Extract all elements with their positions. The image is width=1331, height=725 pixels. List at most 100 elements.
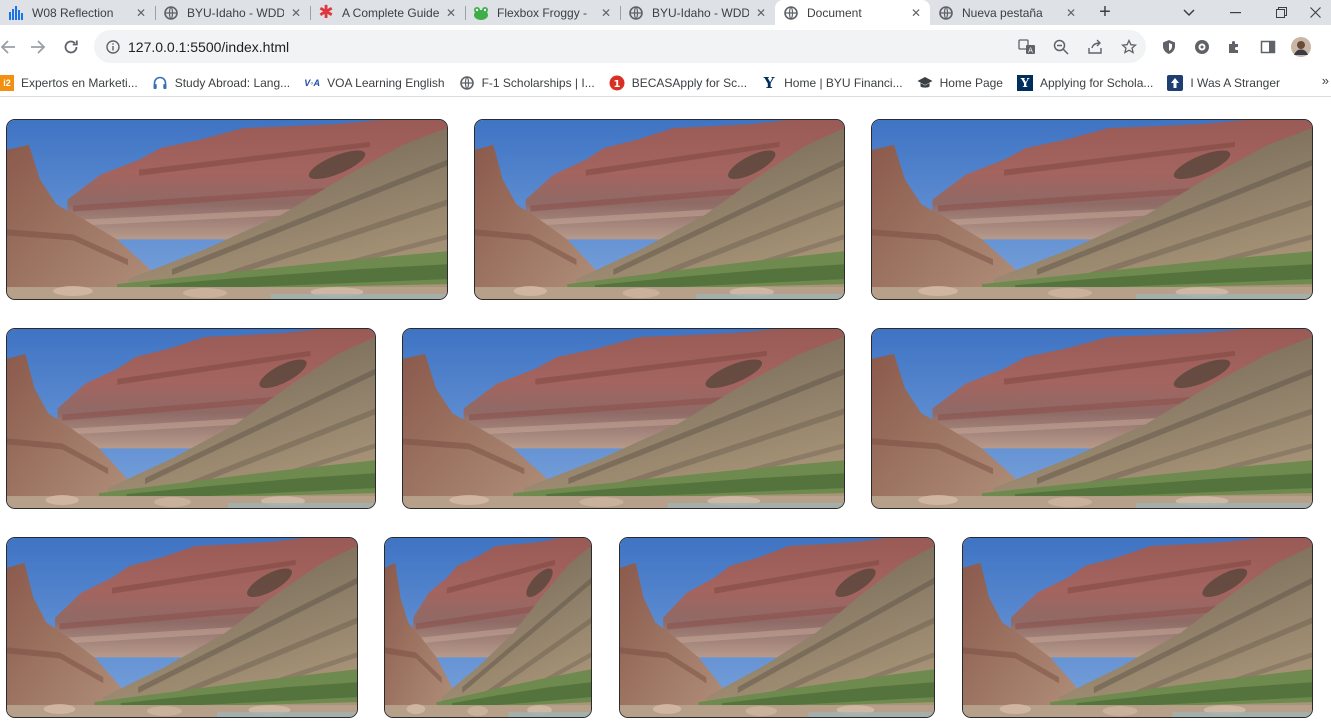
bookmark-label: BECASApply for Sc... <box>631 75 748 90</box>
bookmark-item[interactable]: i2 Expertos en Marketi... <box>0 71 146 95</box>
canyon-image <box>475 120 844 299</box>
bookmark-label: Applying for Schola... <box>1039 75 1154 90</box>
more-menu-icon[interactable] <box>1323 36 1331 58</box>
address-bar[interactable]: 127.0.0.1:5500/index.html A <box>94 30 1146 63</box>
gallery-image <box>6 537 358 718</box>
headset-icon <box>152 75 168 91</box>
y-logo-icon: Y <box>1016 74 1033 91</box>
extension-badge-icon[interactable] <box>1191 36 1213 58</box>
tab-flexbox-froggy[interactable]: Flexbox Froggy - ✕ <box>465 0 620 25</box>
zoom-icon[interactable] <box>1050 36 1072 58</box>
chevron-down-icon[interactable] <box>1166 0 1212 25</box>
forward-icon[interactable] <box>22 31 54 63</box>
globe-icon <box>628 5 644 21</box>
minimize-icon[interactable] <box>1212 0 1258 25</box>
tab-title: BYU-Idaho - WDD <box>187 5 284 20</box>
tab-title: BYU-Idaho - WDD <box>652 5 749 20</box>
canyon-image <box>7 120 447 299</box>
gallery-image <box>6 119 448 300</box>
gallery-image <box>619 537 935 718</box>
gallery-image <box>474 119 845 300</box>
close-icon[interactable]: ✕ <box>288 5 304 21</box>
gallery-image <box>871 328 1313 509</box>
side-panel-icon[interactable] <box>1257 36 1279 58</box>
url-text[interactable]: 127.0.0.1:5500/index.html <box>128 39 289 55</box>
gallery-image <box>962 537 1313 718</box>
svg-text:A: A <box>1028 46 1033 54</box>
tab-byu-idaho-1[interactable]: BYU-Idaho - WDD ✕ <box>155 0 310 25</box>
canyon-image <box>620 538 934 717</box>
tab-title: Flexbox Froggy - <box>497 5 588 20</box>
bookmark-label: Home | BYU Financi... <box>784 75 903 90</box>
bookmark-item[interactable]: F-1 Scholarships | I... <box>453 71 603 95</box>
voa-icon: V◦A <box>304 77 320 88</box>
bookmarks-overflow-button[interactable]: » <box>1322 73 1329 88</box>
close-icon[interactable]: ✕ <box>753 5 769 21</box>
gallery-image <box>384 537 592 718</box>
avatar[interactable] <box>1290 36 1312 58</box>
tab-complete-guide[interactable]: ✱ A Complete Guide ✕ <box>310 0 465 25</box>
globe-icon <box>459 75 475 91</box>
back-icon[interactable] <box>0 31 24 63</box>
globe-icon <box>163 5 179 21</box>
bookmark-label: Study Abroad: Lang... <box>174 75 291 90</box>
close-icon[interactable]: ✕ <box>133 5 149 21</box>
close-icon[interactable]: ✕ <box>443 5 459 21</box>
reload-icon[interactable] <box>55 31 87 63</box>
browser-toolbar: 127.0.0.1:5500/index.html A <box>0 25 1331 69</box>
bookmark-star-icon[interactable] <box>1118 36 1140 58</box>
bookmark-item[interactable]: Y Home | BYU Financi... <box>755 71 911 95</box>
bookmark-label: Expertos en Marketi... <box>21 75 138 90</box>
canyon-image <box>7 538 357 717</box>
bookmark-item[interactable]: Study Abroad: Lang... <box>146 71 298 95</box>
becas-icon: 1 <box>609 75 625 91</box>
bookmark-label: Home Page <box>939 75 1003 90</box>
site-info-icon[interactable] <box>98 39 128 54</box>
extensions-area <box>1158 36 1331 58</box>
puzzle-icon[interactable] <box>1224 36 1246 58</box>
close-icon[interactable]: ✕ <box>908 5 924 21</box>
bookmark-label: VOA Learning English <box>327 75 445 90</box>
canyon-image <box>403 329 844 508</box>
gallery-image <box>871 119 1313 300</box>
marketing-icon: i2 <box>0 74 14 91</box>
arrow-up-icon <box>1167 74 1184 91</box>
globe-icon <box>783 5 799 21</box>
bookmark-item[interactable]: I Was A Stranger <box>1161 71 1288 95</box>
restore-icon[interactable] <box>1258 0 1304 25</box>
graduation-cap-icon <box>917 75 933 91</box>
canyon-image <box>963 538 1312 717</box>
bookmark-label: F-1 Scholarships | I... <box>481 75 595 90</box>
bookmark-label: I Was A Stranger <box>1190 75 1280 90</box>
canyon-image <box>872 120 1312 299</box>
bookmark-item[interactable]: Y Applying for Schola... <box>1011 71 1161 95</box>
svg-text:1: 1 <box>613 79 620 90</box>
bookmark-item[interactable]: Home Page <box>911 71 1011 95</box>
tab-strip: W08 Reflection ✕ BYU-Idaho - WDD ✕ ✱ A C… <box>0 0 1331 25</box>
bookmark-item[interactable]: V◦A VOA Learning English <box>298 71 452 95</box>
translate-icon[interactable]: A <box>1016 36 1038 58</box>
frog-icon <box>473 5 489 21</box>
gallery <box>0 98 1331 725</box>
globe-icon <box>938 5 954 21</box>
tab-w08-reflection[interactable]: W08 Reflection ✕ <box>0 0 155 25</box>
share-icon[interactable] <box>1084 36 1106 58</box>
tab-title: Nueva pestaña <box>962 5 1043 20</box>
close-icon[interactable]: ✕ <box>1063 5 1079 21</box>
shield-icon[interactable] <box>1158 36 1180 58</box>
canyon-image <box>872 329 1312 508</box>
tab-document[interactable]: Document ✕ <box>775 0 930 25</box>
tab-title: W08 Reflection <box>32 5 114 20</box>
canyon-image <box>7 329 375 508</box>
close-icon[interactable]: ✕ <box>598 5 614 21</box>
bookmark-item[interactable]: 1 BECASApply for Sc... <box>603 71 755 95</box>
tab-nueva-pestana[interactable]: Nueva pestaña ✕ <box>930 0 1085 25</box>
canyon-image <box>385 538 591 717</box>
bookmarks-bar: i2 Expertos en Marketi... Study Abroad: … <box>0 69 1331 97</box>
gallery-image <box>6 328 376 509</box>
asterisk-icon: ✱ <box>318 2 334 22</box>
new-tab-button[interactable]: + <box>1091 0 1119 25</box>
close-window-icon[interactable] <box>1300 0 1331 25</box>
tab-byu-idaho-2[interactable]: BYU-Idaho - WDD ✕ <box>620 0 775 25</box>
tab-title: Document <box>807 5 862 20</box>
